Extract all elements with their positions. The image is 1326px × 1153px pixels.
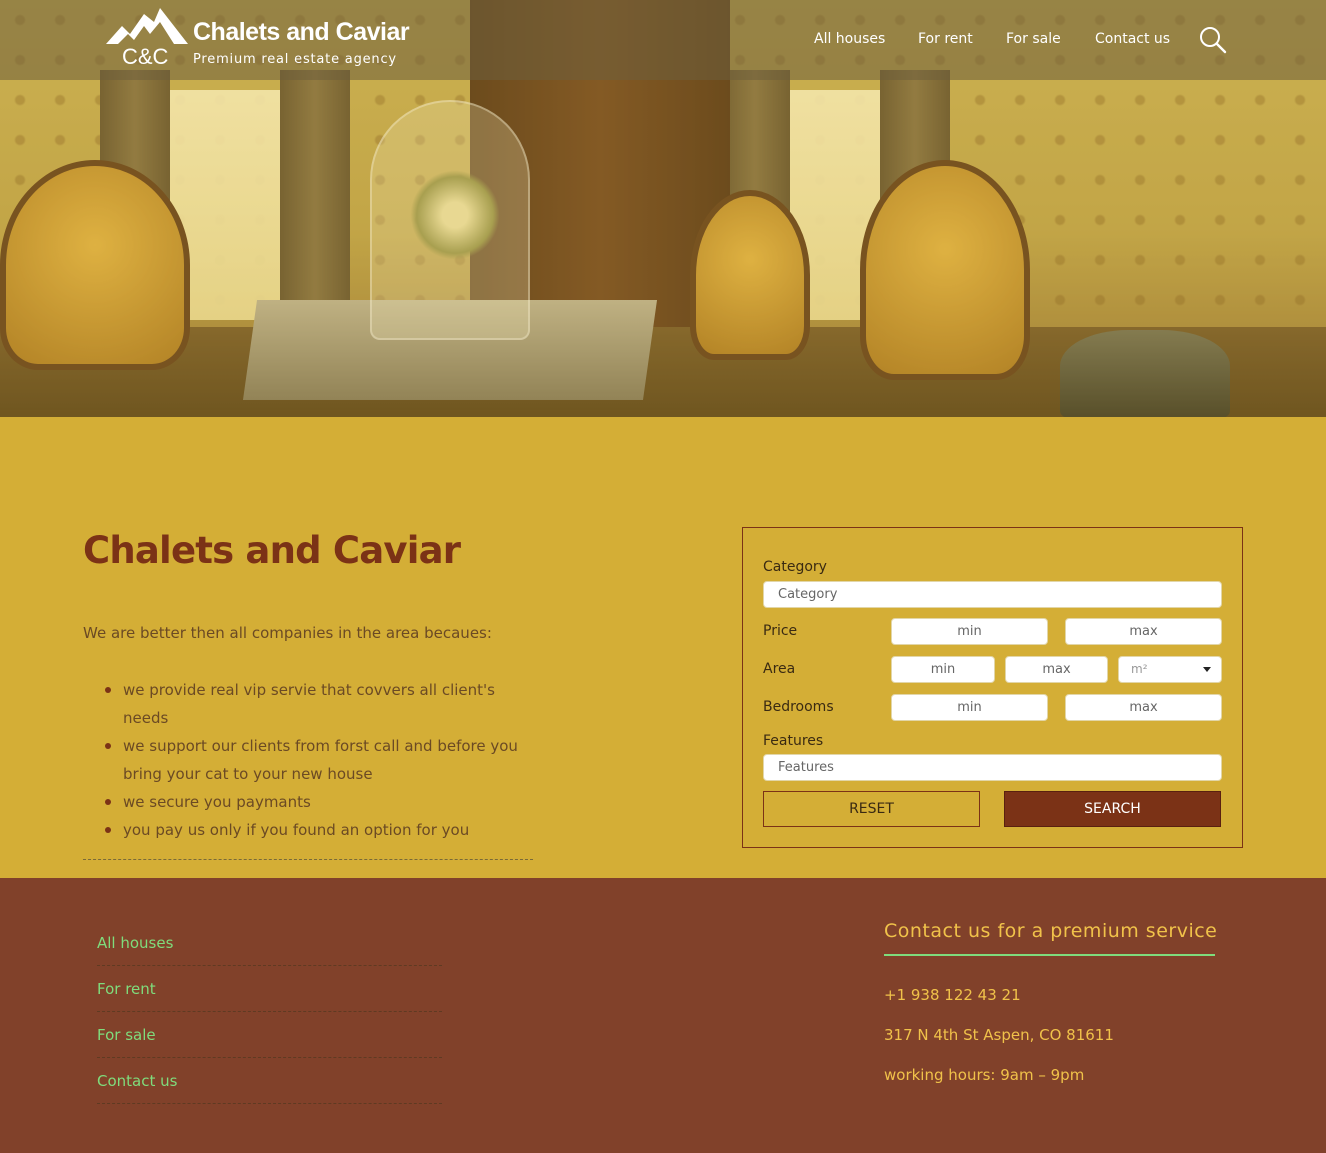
intro-points: we provide real vip servie that covvers … — [105, 676, 543, 844]
brand-title[interactable]: Chalets and Caviar — [193, 18, 410, 47]
area-unit-value: m² — [1131, 662, 1148, 676]
features-select[interactable]: Features — [763, 754, 1222, 781]
nav-for-sale[interactable]: For sale — [1006, 31, 1061, 47]
footer-contact-title: Contact us for a premium service — [884, 920, 1218, 942]
area-max-input[interactable]: max — [1005, 656, 1108, 683]
list-item: we secure you paymants — [105, 788, 543, 816]
price-min-input[interactable]: min — [891, 618, 1048, 645]
footer-phone[interactable]: +1 938 122 43 21 — [884, 986, 1021, 1004]
nav-all-houses[interactable]: All houses — [814, 31, 885, 47]
footer-link-all-houses[interactable]: All houses — [97, 934, 442, 966]
intro-divider — [83, 859, 533, 860]
intro-lead: We are better then all companies in the … — [83, 624, 492, 642]
bedrooms-max-input[interactable]: max — [1065, 694, 1222, 721]
intro-title: Chalets and Caviar — [83, 529, 461, 572]
price-max-input[interactable]: max — [1065, 618, 1222, 645]
nav-contact-us[interactable]: Contact us — [1095, 31, 1170, 47]
nav-for-rent[interactable]: For rent — [918, 31, 973, 47]
features-label: Features — [763, 733, 824, 749]
footer-address: 317 N 4th St Aspen, CO 81611 — [884, 1026, 1114, 1044]
list-item: we provide real vip servie that covvers … — [105, 676, 543, 732]
area-unit-select[interactable]: m² — [1118, 656, 1222, 683]
price-label: Price — [763, 623, 798, 639]
brand-tagline: Premium real estate agency — [193, 52, 397, 67]
footer-link-for-sale[interactable]: For sale — [97, 1026, 442, 1058]
footer-hours: working hours: 9am – 9pm — [884, 1066, 1085, 1084]
chevron-down-icon — [1203, 667, 1211, 672]
area-min-input[interactable]: min — [891, 656, 995, 683]
list-item: you pay us only if you found an option f… — [105, 816, 543, 844]
footer-link-contact-us[interactable]: Contact us — [97, 1072, 442, 1104]
bedrooms-label: Bedrooms — [763, 699, 834, 715]
search-button[interactable]: SEARCH — [1004, 791, 1221, 827]
logo-initials: C&C — [122, 44, 169, 66]
bedrooms-min-input[interactable]: min — [891, 694, 1048, 721]
footer-link-for-rent[interactable]: For rent — [97, 980, 442, 1012]
search-icon[interactable] — [1199, 26, 1227, 54]
area-label: Area — [763, 661, 796, 677]
category-select[interactable]: Category — [763, 581, 1222, 608]
category-label: Category — [763, 559, 827, 575]
reset-button[interactable]: RESET — [763, 791, 980, 827]
footer-contact-underline — [884, 954, 1215, 956]
list-item: we support our clients from forst call a… — [105, 732, 543, 788]
logo-mountain-icon[interactable]: C&C — [104, 4, 190, 66]
